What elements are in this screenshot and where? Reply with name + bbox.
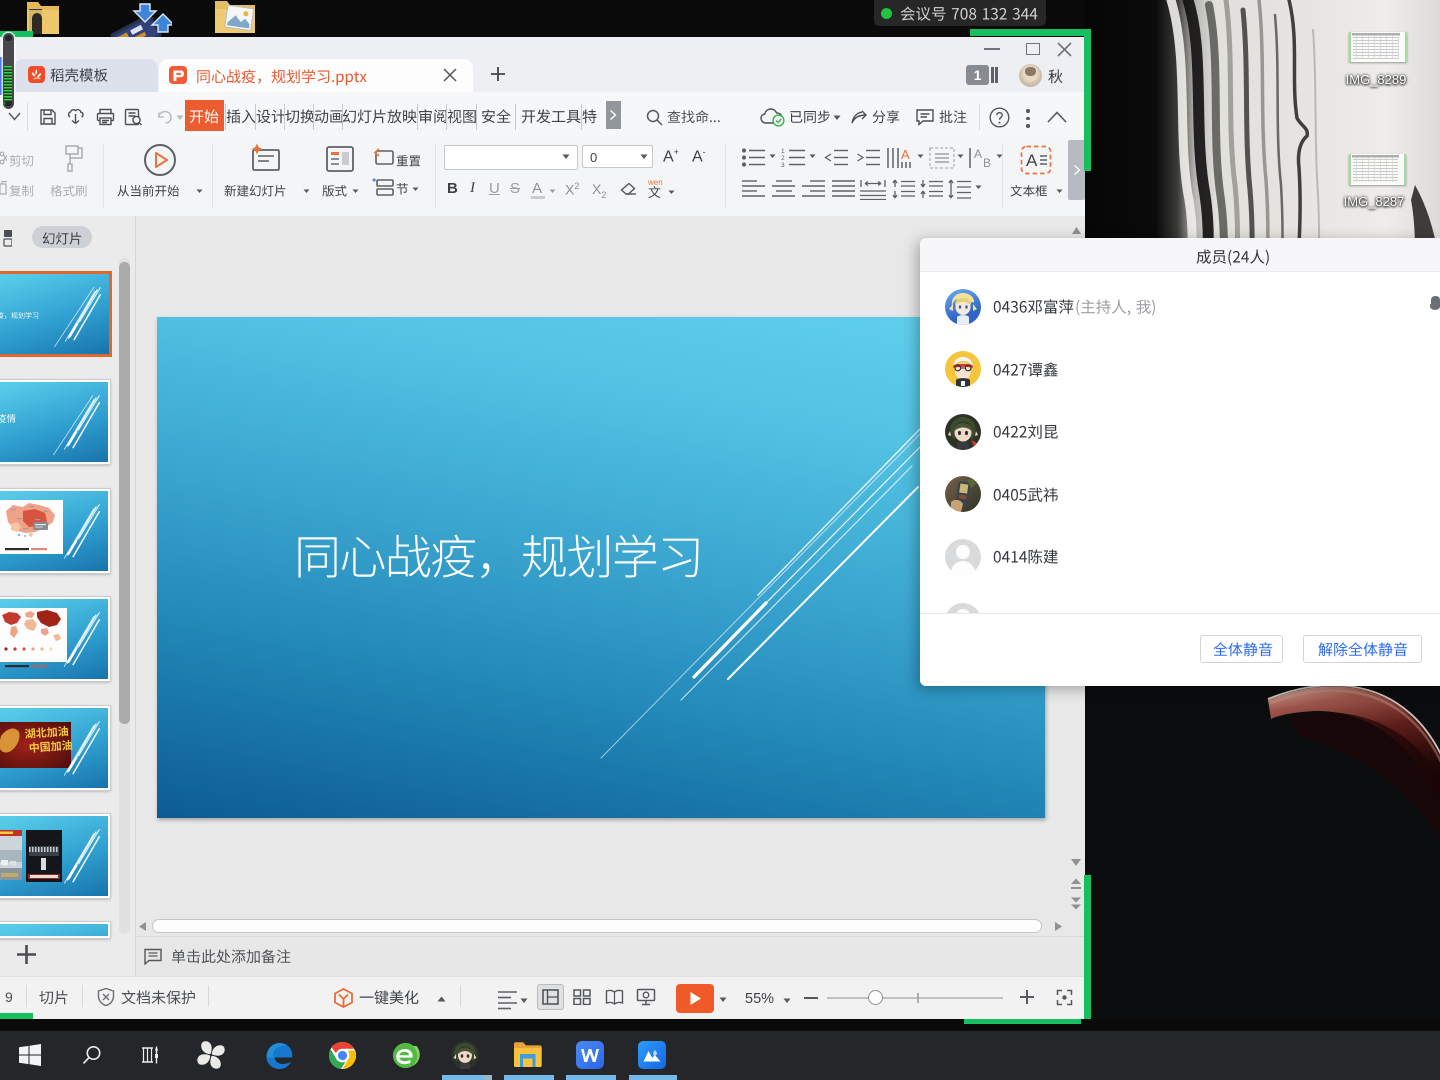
svg-text:A: A: [1026, 151, 1038, 170]
svg-text:A: A: [901, 147, 910, 162]
svg-text:A: A: [974, 147, 982, 161]
svg-text:2: 2: [781, 155, 785, 162]
svg-text:1: 1: [781, 148, 785, 155]
svg-text:B: B: [983, 156, 991, 170]
svg-text:3: 3: [781, 162, 785, 169]
